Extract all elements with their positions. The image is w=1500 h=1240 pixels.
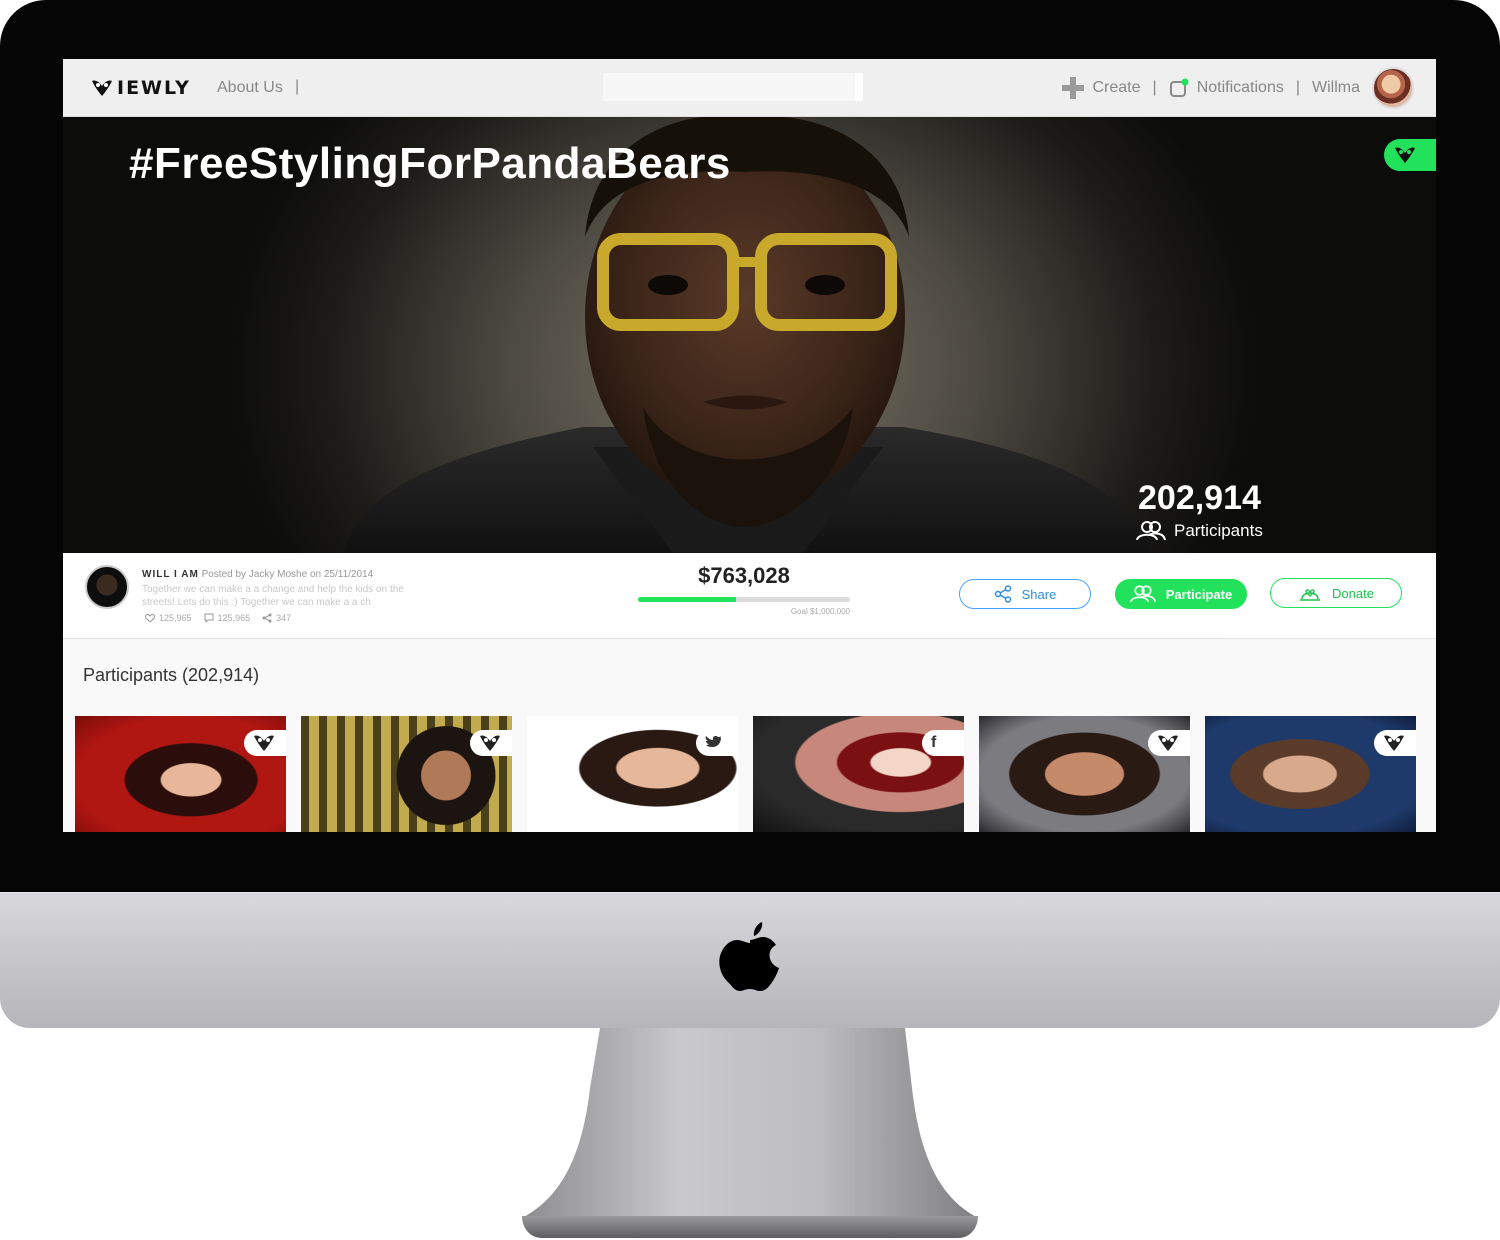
participants-heading: Participants (202,914): [83, 665, 260, 685]
share-button[interactable]: Share: [959, 579, 1091, 609]
author-name[interactable]: WILL I AM: [142, 569, 199, 580]
viewly-icon: [480, 735, 500, 751]
donate-label: Donate: [1332, 585, 1374, 601]
user-name[interactable]: Willma: [1312, 79, 1360, 97]
viewly-logo[interactable]: IEWLY: [91, 75, 191, 101]
participant-thumbnail[interactable]: [527, 716, 738, 832]
people-icon: [1136, 521, 1166, 541]
hero-viewly-badge[interactable]: [1384, 139, 1436, 171]
shares-stat[interactable]: 347: [262, 613, 291, 623]
people-icon: [1129, 585, 1156, 603]
donate-button[interactable]: Donate: [1270, 578, 1402, 608]
author-avatar[interactable]: [85, 565, 129, 609]
funding-progress-bar: [638, 597, 850, 602]
notification-icon: [1169, 78, 1189, 97]
donate-hand-icon: [1300, 589, 1321, 601]
campaign-description: Together we can make a a change and help…: [142, 584, 404, 608]
heart-icon: [145, 613, 155, 623]
participate-button[interactable]: Participate: [1115, 579, 1247, 609]
thumbnail-badge: [1148, 730, 1190, 756]
shares-count: 347: [276, 613, 292, 623]
participants-thumbnails: f: [75, 716, 1416, 832]
participants-label: Participants: [1174, 521, 1263, 540]
nav-separator: |: [295, 78, 300, 95]
comment-icon: [204, 613, 214, 623]
funding-goal: Goal $1,000,000: [790, 607, 850, 616]
share-icon: [994, 585, 1011, 603]
viewly-icon: [1395, 147, 1415, 163]
posted-by-text: Posted by Jacky Moshe on 25/11/2014: [201, 569, 374, 580]
apple-logo-icon: [719, 922, 779, 991]
comments-stat[interactable]: 125,965: [204, 613, 251, 623]
nav-notifications-link[interactable]: Notifications: [1169, 78, 1284, 98]
logo-text: IEWLY: [117, 77, 191, 99]
nav-right-group: Create | Notifications | Willma: [1061, 65, 1414, 111]
nav-separator: |: [1295, 79, 1300, 96]
campaign-hero: #FreeStylingForPandaBears 202,914 Partic…: [63, 117, 1436, 553]
campaign-title: #FreeStylingForPandaBears: [129, 139, 731, 188]
search-bar[interactable]: [603, 73, 863, 101]
notifications-label: Notifications: [1196, 79, 1284, 96]
thumbnail-badge: f: [922, 730, 964, 756]
create-label: Create: [1092, 79, 1141, 96]
participant-thumbnail[interactable]: [979, 716, 1190, 832]
participants-caption: Participants: [1136, 521, 1263, 541]
top-nav-bar: IEWLY About Us | Create | Notifications …: [63, 59, 1436, 117]
viewly-logo-icon: [92, 80, 112, 96]
post-stats: 125,965 125,965 347: [145, 613, 291, 623]
share-icon: [262, 613, 272, 623]
thumbnail-badge: [696, 730, 738, 756]
thumbnail-badge: [244, 730, 286, 756]
participant-thumbnail[interactable]: f: [753, 716, 964, 832]
viewly-icon: [1384, 735, 1404, 751]
participant-thumbnail[interactable]: [301, 716, 512, 832]
nav-separator: |: [1152, 79, 1157, 96]
funding-progress-fill: [638, 597, 736, 602]
twitter-icon: [705, 736, 722, 747]
thumbnail-badge: [1374, 730, 1416, 756]
campaign-info-bar: WILL I AM Posted by Jacky Moshe on 25/11…: [63, 553, 1436, 639]
nav-about-us-link[interactable]: About Us: [217, 79, 283, 97]
comments-count: 125,965: [217, 613, 251, 623]
likes-count: 125,965: [159, 613, 192, 623]
likes-stat[interactable]: 125,965: [145, 613, 192, 623]
participants-section: Participants (202,914) f: [63, 639, 1436, 832]
participant-thumbnail[interactable]: [75, 716, 286, 832]
viewly-icon: [1158, 735, 1178, 751]
viewly-icon: [254, 735, 274, 751]
user-avatar[interactable]: [1372, 67, 1414, 109]
plus-icon: [1061, 77, 1084, 99]
browser-screen: IEWLY About Us | Create | Notifications …: [63, 59, 1436, 832]
participant-thumbnail[interactable]: [1205, 716, 1416, 832]
participate-label: Participate: [1165, 586, 1233, 602]
author-line: WILL I AM Posted by Jacky Moshe on 25/11…: [142, 569, 373, 580]
share-label: Share: [1021, 586, 1057, 602]
nav-create-link[interactable]: Create: [1061, 76, 1141, 100]
monitor-stand: [522, 1028, 978, 1238]
thumbnail-badge: [470, 730, 512, 756]
facebook-icon: f: [931, 734, 937, 751]
raised-amount: $763,028: [698, 563, 790, 588]
participant-count: 202,914: [1138, 479, 1261, 517]
